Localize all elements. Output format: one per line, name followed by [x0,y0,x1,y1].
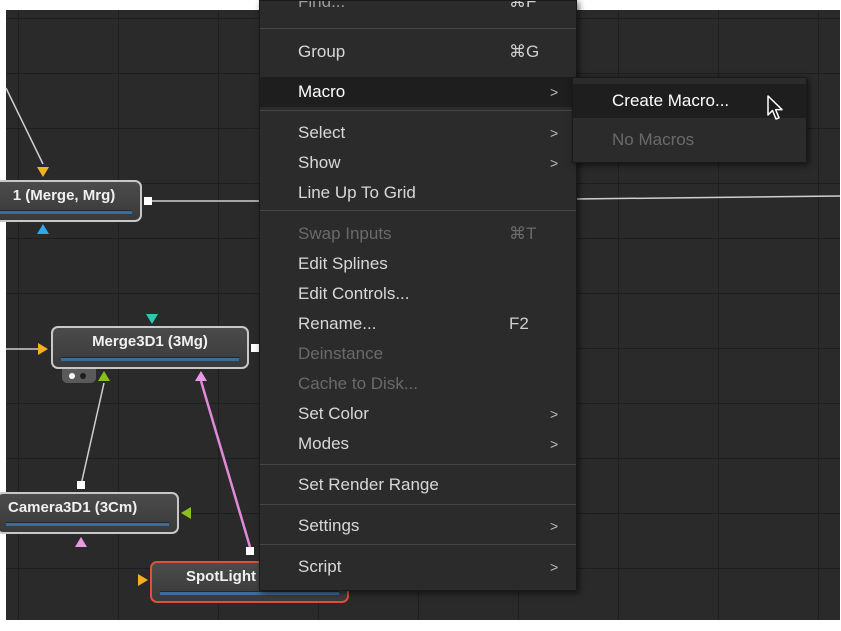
menu-item-select[interactable]: Select > [260,118,576,148]
chevron-right-icon: > [550,84,559,100]
camera3d-node-bar [6,522,169,526]
chevron-right-icon: > [550,125,559,141]
spotlight-output-port[interactable] [246,547,254,555]
merge-node[interactable]: 1 (Merge, Mrg) [0,180,142,222]
submenu-item-no-macros: No Macros [612,130,695,149]
merge-node-yellow-input-icon[interactable] [37,167,49,177]
menu-separator [260,28,576,29]
menu-separator [260,544,576,545]
menu-item-cache-to-disk: Cache to Disk... [298,374,418,393]
menu-item-show[interactable]: Show > [260,148,576,178]
menu-item-deinstance: Deinstance [298,344,384,363]
menu-item-group[interactable]: Group ⌘G [260,37,576,67]
merge3d-teal-input-icon[interactable] [146,314,158,324]
merge3d-pink-input-icon[interactable] [195,371,207,381]
merge3d-output-port[interactable] [251,344,259,352]
menu-item-modes[interactable]: Modes > [260,429,576,459]
menu-item-edit-controls[interactable]: Edit Controls... [260,279,576,309]
merge3d-node-bar [61,357,239,361]
menu-item-settings[interactable]: Settings > [260,511,576,541]
spotlight-node-bar [160,591,339,595]
menu-item-macro[interactable]: Macro > [260,77,576,107]
node-context-menu: Find... ⌘F Group ⌘G Macro > Select > Sho… [259,0,577,591]
merge-node-blue-input-icon[interactable] [37,224,49,234]
camera3d-output-port[interactable] [77,481,85,489]
menu-item-set-render-range[interactable]: Set Render Range [260,470,576,500]
merge-node-output-port[interactable] [144,197,152,205]
merge3d-yellow-input-icon[interactable] [38,343,48,355]
menu-item-line-up-to-grid[interactable]: Line Up To Grid [260,178,576,208]
menu-item-set-color[interactable]: Set Color > [260,399,576,429]
menu-item-script[interactable]: Script > [260,552,576,582]
merge-node-bar [0,210,132,214]
camera3d-node-label: Camera3D1 (3Cm) [8,499,138,516]
camera3d-green-input-icon[interactable] [181,507,191,519]
spotlight-yellow-input-icon[interactable] [138,574,148,586]
menu-separator [260,464,576,465]
menu-separator [260,504,576,505]
chevron-right-icon: > [550,155,559,171]
camera3d-node[interactable]: Camera3D1 (3Cm) [0,492,179,534]
merge3d-view-indicator-icon[interactable] [62,369,96,383]
merge3d-node-label: Merge3D1 (3Mg) [92,333,208,350]
merge3d-green-input-icon[interactable] [98,371,110,381]
menu-item-swap-inputs: Swap Inputs ⌘T [298,224,537,243]
menu-item-edit-splines[interactable]: Edit Splines [260,249,576,279]
mouse-pointer-icon [767,95,783,120]
menu-separator [260,210,576,211]
menu-item-find: Find... ⌘F [298,0,537,11]
merge-node-label: 1 (Merge, Mrg) [12,187,116,204]
chevron-right-icon: > [550,518,559,534]
chevron-right-icon: > [550,559,559,575]
camera3d-pink-input-icon[interactable] [75,537,87,547]
chevron-right-icon: > [550,436,559,452]
menu-item-rename[interactable]: Rename... F2 [260,309,576,339]
menu-separator [260,110,576,111]
chevron-right-icon: > [550,406,559,422]
merge3d-node[interactable]: Merge3D1 (3Mg) [51,326,249,369]
